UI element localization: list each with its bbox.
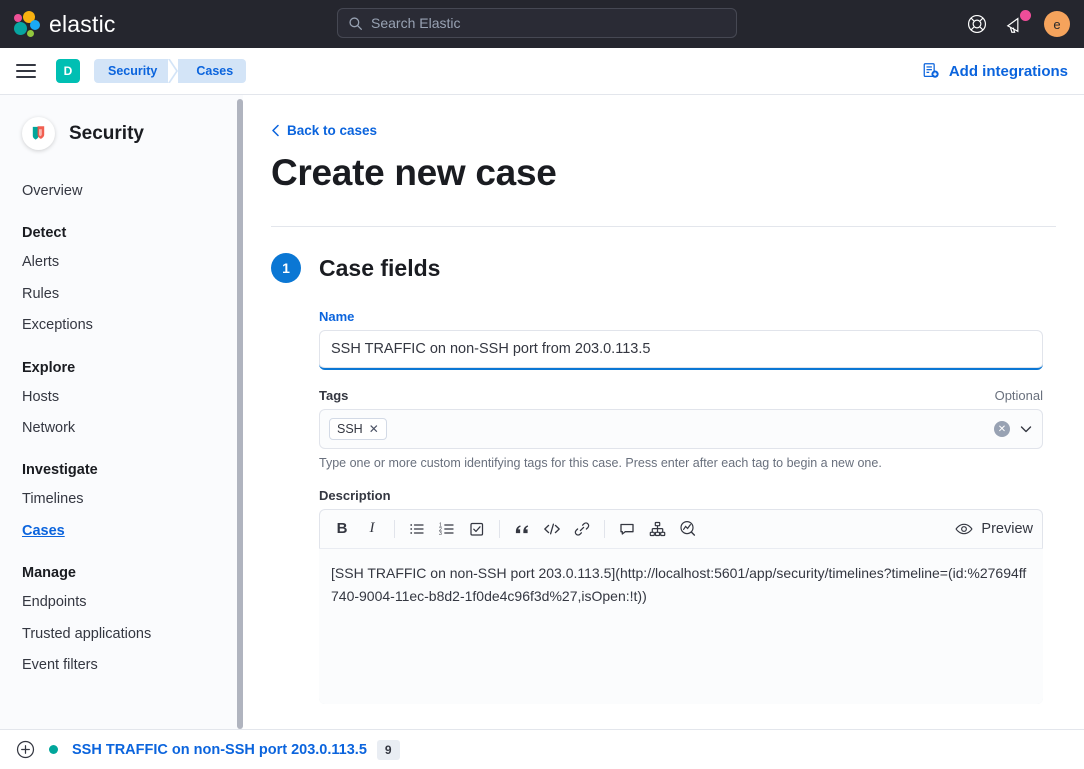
name-field-label: Name [319, 309, 355, 324]
breadcrumb-item-security[interactable]: Security [94, 59, 171, 83]
timeline-hierarchy-icon[interactable] [642, 514, 672, 544]
space-avatar[interactable]: D [56, 59, 80, 83]
tags-combobox[interactable]: SSH ✕ ✕ [319, 409, 1043, 449]
link-icon[interactable] [567, 514, 597, 544]
sidebar-item-timelines[interactable]: Timelines [0, 484, 243, 515]
sidebar-scrollbar[interactable] [237, 99, 243, 729]
tag-remove-icon[interactable]: ✕ [369, 422, 379, 436]
svg-text:3: 3 [439, 531, 442, 537]
toolbar-divider [604, 519, 605, 538]
step-title: Case fields [319, 254, 441, 281]
bold-icon[interactable]: B [327, 514, 357, 544]
numbered-list-icon[interactable]: 1 2 3 [432, 514, 462, 544]
announcement-megaphone-icon[interactable] [1005, 10, 1031, 35]
eye-preview-icon [955, 522, 974, 536]
quote-icon[interactable] [507, 514, 537, 544]
tag-pill-label: SSH [337, 422, 363, 436]
divider [271, 226, 1056, 227]
italic-icon[interactable]: I [357, 514, 387, 544]
search-icon [348, 16, 363, 31]
sidebar-app-header: Security [0, 117, 243, 150]
preview-button-label: Preview [981, 520, 1033, 537]
description-field-label: Description [319, 488, 391, 503]
sidebar-item-hosts[interactable]: Hosts [0, 382, 243, 413]
sidebar-item-network[interactable]: Network [0, 413, 243, 444]
security-shield-icon [22, 117, 55, 150]
step-number-badge: 1 [271, 253, 301, 283]
toolbar-divider [499, 519, 500, 538]
sidebar: Security Overview Detect Alerts Rules Ex… [0, 95, 243, 769]
sidebar-group-detect: Detect [22, 225, 67, 242]
integrations-add-icon [922, 62, 940, 80]
sidebar-item-cases[interactable]: Cases [0, 516, 243, 547]
comment-icon[interactable] [612, 514, 642, 544]
description-textarea[interactable]: [SSH TRAFFIC on non-SSH port 203.0.113.5… [319, 549, 1043, 704]
back-to-cases-link[interactable]: Back to cases [271, 123, 1056, 138]
plus-in-circle-icon[interactable] [16, 740, 35, 759]
notification-badge [1020, 10, 1031, 21]
tags-field-label: Tags [319, 388, 349, 403]
case-fields-step-header: 1 Case fields [271, 253, 1056, 283]
tag-pill[interactable]: SSH ✕ [329, 418, 387, 440]
checklist-icon[interactable] [462, 514, 492, 544]
timeline-event-count-badge: 9 [376, 739, 400, 760]
chevron-down-icon[interactable] [1019, 422, 1033, 436]
elastic-brand[interactable]: elastic [0, 10, 116, 38]
add-integrations-label: Add integrations [948, 62, 1068, 80]
hamburger-menu-icon[interactable] [16, 60, 36, 82]
toolbar-divider [394, 519, 395, 538]
sidebar-item-alerts[interactable]: Alerts [0, 247, 243, 278]
add-integrations-button[interactable]: Add integrations [922, 62, 1068, 80]
tags-help-text: Type one or more custom identifying tags… [319, 456, 882, 470]
page-body: Security Overview Detect Alerts Rules Ex… [0, 95, 1084, 769]
sidebar-item-trusted-applications[interactable]: Trusted applications [0, 619, 243, 650]
breadcrumb-separator-icon [168, 59, 179, 83]
global-top-bar: elastic Search Elastic e [0, 0, 1084, 48]
sidebar-item-endpoints[interactable]: Endpoints [0, 587, 243, 618]
elastic-logo-icon [12, 10, 40, 38]
global-search[interactable]: Search Elastic [337, 8, 737, 38]
timeline-name-link[interactable]: SSH TRAFFIC on non-SSH port 203.0.113.5 [72, 742, 367, 758]
page-title: Create new case [271, 152, 557, 193]
markdown-editor: B I 1 2 3 Preview [SSH TRAFFIC on non-SS… [319, 509, 1043, 704]
main-content: Back to cases Create new case 1 Case fie… [243, 95, 1084, 769]
chevron-left-icon [271, 124, 280, 137]
tags-combobox-actions: ✕ [994, 421, 1033, 437]
preview-button[interactable]: Preview [955, 521, 1033, 537]
search-input[interactable]: Search Elastic [337, 8, 737, 38]
sidebar-group-explore: Explore [22, 359, 76, 376]
lifebuoy-help-icon[interactable] [966, 13, 988, 35]
tags-optional-label: Optional [994, 388, 1043, 403]
back-to-cases-label: Back to cases [287, 123, 378, 138]
lens-visualization-icon[interactable] [672, 514, 702, 544]
sidebar-item-overview[interactable]: Overview [0, 176, 243, 207]
tags-field-group: Tags Optional SSH ✕ ✕ Type one or more c… [319, 388, 1043, 470]
brand-name: elastic [49, 10, 116, 37]
markdown-toolbar: B I 1 2 3 Preview [319, 509, 1043, 549]
search-placeholder: Search Elastic [371, 15, 461, 31]
description-field-group: Description B I 1 2 3 Preview [SSH TRAFF… [319, 488, 1043, 704]
sidebar-item-exceptions[interactable]: Exceptions [0, 310, 243, 341]
timeline-bottom-bar: SSH TRAFFIC on non-SSH port 203.0.113.5 … [0, 729, 1084, 769]
sidebar-item-event-filters[interactable]: Event filters [0, 650, 243, 681]
sidebar-group-manage: Manage [22, 565, 76, 582]
breadcrumb-bar: D Security Cases Add integrations [0, 48, 1084, 95]
timeline-status-indicator [49, 745, 58, 754]
sidebar-app-title: Security [69, 122, 144, 144]
breadcrumb: Security Cases [94, 59, 247, 83]
name-input[interactable]: SSH TRAFFIC on non-SSH port from 203.0.1… [319, 330, 1043, 370]
clear-circle-icon[interactable]: ✕ [994, 421, 1010, 437]
sidebar-group-investigate: Investigate [22, 462, 98, 479]
bulleted-list-icon[interactable] [402, 514, 432, 544]
top-bar-actions: e [966, 0, 1070, 48]
breadcrumb-item-cases[interactable]: Cases [178, 59, 247, 83]
code-icon[interactable] [537, 514, 567, 544]
sidebar-item-rules[interactable]: Rules [0, 279, 243, 310]
sidebar-nav: Overview Detect Alerts Rules Exceptions … [0, 176, 243, 681]
create-case-form: Name SSH TRAFFIC on non-SSH port from 20… [319, 309, 1043, 704]
avatar[interactable]: e [1044, 11, 1070, 37]
name-field-group: Name SSH TRAFFIC on non-SSH port from 20… [319, 309, 1043, 370]
